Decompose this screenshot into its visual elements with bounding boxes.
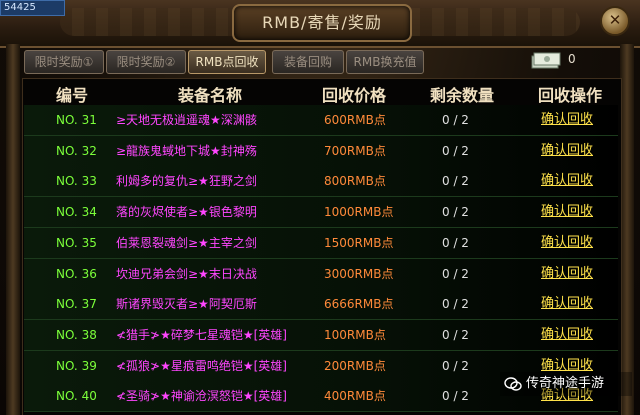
item-name: 伯莱恩裂魂剑≥★主宰之剑	[116, 235, 257, 250]
table-row: NO. 34 落的灰烬使者≥★银色黎明 1000RMB点 0 / 2 确认回收	[24, 197, 618, 229]
item-number: NO. 33	[56, 174, 97, 189]
item-remaining: 0 / 2	[442, 113, 469, 127]
item-number: NO. 37	[56, 297, 97, 312]
item-number: NO. 32	[56, 143, 97, 158]
watermark: 传奇神途手游	[500, 372, 632, 396]
tab-label: 限时奖励②	[116, 55, 176, 69]
confirm-recycle-link[interactable]: 确认回收	[541, 166, 593, 196]
tab-limited-reward-1[interactable]: 限时奖励①	[24, 50, 104, 74]
item-number: NO. 36	[56, 266, 97, 281]
item-number: NO. 38	[56, 327, 97, 342]
confirm-recycle-link[interactable]: 确认回收	[541, 289, 593, 319]
table-row: NO. 32 ≥龍族鬼蜮地下城★封神殇 700RMB点 0 / 2 确认回收	[24, 135, 618, 167]
table-row: NO. 36 坎迪兄弟会剑≥★末日决战 3000RMB点 0 / 2 确认回收	[24, 258, 618, 290]
watermark-text: 传奇神途手游	[526, 376, 605, 391]
tab-rmb-recharge[interactable]: RMB换充值	[346, 50, 424, 74]
item-price: 3000RMB点	[324, 266, 394, 281]
header-equipment-name: 装备名称	[178, 86, 243, 105]
tab-label: RMB换充值	[353, 55, 417, 69]
item-number: NO. 35	[56, 235, 97, 250]
header-number: 编号	[56, 86, 89, 105]
item-name: 利姆多的复仇≥★狂野之剑	[116, 174, 257, 189]
score-display: 54425	[0, 0, 65, 16]
left-frame-pillar	[6, 44, 20, 415]
title-plate: RMB/寄售/奖励	[232, 4, 412, 42]
item-remaining: 0 / 2	[442, 205, 469, 220]
item-price: 100RMB点	[324, 327, 386, 342]
tab-equipment-buyback[interactable]: 装备回购	[272, 50, 344, 74]
table-row: NO. 37 斯诸界毁灭者≥★阿契厄斯 6666RMB点 0 / 2 确认回收	[24, 289, 618, 321]
money-stack-icon	[531, 52, 561, 69]
item-name: 落的灰烬使者≥★银色黎明	[116, 205, 257, 220]
item-price: 600RMB点	[324, 113, 386, 127]
item-remaining: 0 / 2	[442, 143, 469, 158]
item-number: NO. 34	[56, 205, 97, 220]
table-row: NO. 38 ≮猎手≯★碎梦七星魂铠★[英雄] 100RMB点 0 / 2 确认回收	[24, 319, 618, 351]
item-remaining: 0 / 2	[442, 327, 469, 342]
item-name: 斯诸界毁灭者≥★阿契厄斯	[116, 297, 257, 312]
tab-label: 装备回购	[283, 55, 332, 69]
item-price: 400RMB点	[324, 389, 386, 404]
tab-limited-reward-2[interactable]: 限时奖励②	[106, 50, 186, 74]
item-price: 1500RMB点	[324, 235, 394, 250]
confirm-recycle-link[interactable]: 确认回收	[541, 228, 593, 258]
wechat-icon	[504, 376, 522, 391]
item-name: ≥天地无极逍遥魂★深渊骸	[116, 113, 257, 127]
header-remaining: 剩余数量	[430, 86, 495, 105]
item-name: ≥龍族鬼蜮地下城★封神殇	[116, 143, 257, 158]
item-price: 800RMB点	[324, 174, 386, 189]
close-icon: ✕	[608, 11, 622, 29]
currency-count: 0	[568, 52, 576, 66]
game-window: 54425 RMB/寄售/奖励 ✕ 限时奖励① 限时奖励② RMB点回收 装备回…	[0, 0, 640, 415]
table-row: NO. 31 ≥天地无极逍遥魂★深渊骸 600RMB点 0 / 2 确认回收	[24, 105, 618, 136]
item-name: ≮圣骑≯★神谕沧溟怒铠★[英雄]	[116, 389, 287, 404]
item-name: 坎迪兄弟会剑≥★末日决战	[116, 266, 257, 281]
item-number: NO. 39	[56, 358, 97, 373]
item-remaining: 0 / 2	[442, 297, 469, 312]
item-price: 700RMB点	[324, 143, 386, 158]
confirm-recycle-link[interactable]: 确认回收	[541, 136, 593, 166]
right-frame-pillar	[620, 44, 634, 415]
close-button[interactable]: ✕	[600, 6, 630, 36]
item-remaining: 0 / 2	[442, 174, 469, 189]
tab-label: 限时奖励①	[34, 55, 94, 69]
tab-label: RMB点回收	[195, 55, 259, 69]
table-row: NO. 35 伯莱恩裂魂剑≥★主宰之剑 1500RMB点 0 / 2 确认回收	[24, 227, 618, 259]
tab-rmb-recycle[interactable]: RMB点回收	[188, 50, 266, 74]
item-price: 1000RMB点	[324, 205, 394, 220]
confirm-recycle-link[interactable]: 确认回收	[541, 320, 593, 350]
confirm-recycle-link[interactable]: 确认回收	[541, 197, 593, 227]
item-number: NO. 40	[56, 389, 97, 404]
item-number: NO. 31	[56, 113, 97, 127]
confirm-recycle-link[interactable]: 确认回收	[541, 259, 593, 289]
window-title: RMB/寄售/奖励	[262, 13, 382, 32]
item-remaining: 0 / 2	[442, 266, 469, 281]
item-name: ≮猎手≯★碎梦七星魂铠★[英雄]	[116, 327, 287, 342]
item-name: ≮孤狼≯★星痕雷鸣绝铠★[英雄]	[116, 358, 287, 373]
item-price: 200RMB点	[324, 358, 386, 373]
item-price: 6666RMB点	[324, 297, 394, 312]
item-remaining: 0 / 2	[442, 389, 469, 404]
header-recycle-price: 回收价格	[322, 86, 387, 105]
item-remaining: 0 / 2	[442, 358, 469, 373]
table-row: NO. 33 利姆多的复仇≥★狂野之剑 800RMB点 0 / 2 确认回收	[24, 166, 618, 198]
confirm-recycle-link[interactable]: 确认回收	[541, 105, 593, 135]
item-remaining: 0 / 2	[442, 235, 469, 250]
header-action: 回收操作	[538, 86, 603, 105]
